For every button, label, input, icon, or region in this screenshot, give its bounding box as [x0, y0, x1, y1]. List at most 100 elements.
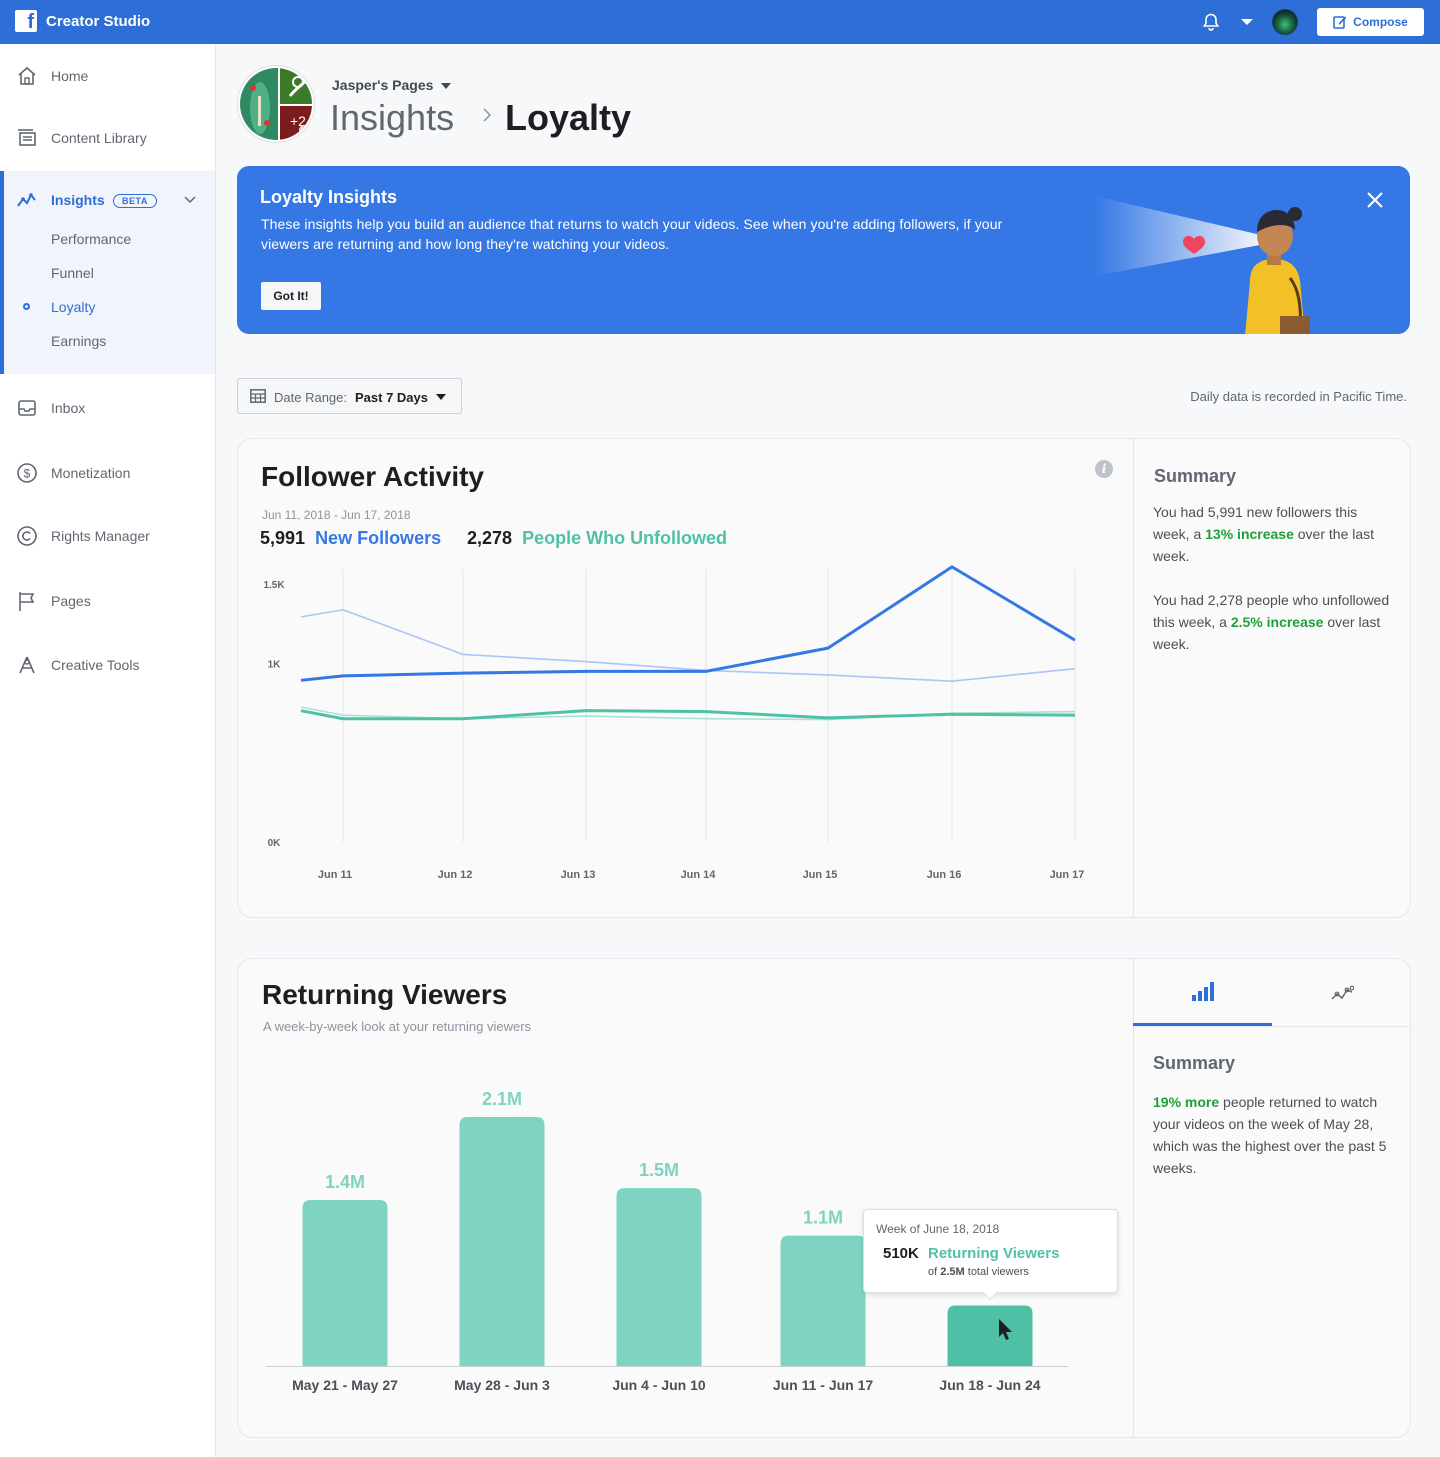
bar-chart-icon: [1191, 982, 1214, 1001]
date-range-label: Date Range:: [274, 390, 347, 405]
notifications-bell-icon[interactable]: [1201, 12, 1221, 32]
new-followers-value: 5,991: [260, 528, 306, 548]
info-icon[interactable]: i: [1095, 460, 1113, 478]
summary-paragraph-returning: 19% more people returned to watch your v…: [1153, 1091, 1393, 1179]
summary-title: Summary: [1153, 1053, 1236, 1073]
tab-line-chart[interactable]: [1272, 959, 1410, 1026]
sidebar-item-label: Insights: [51, 192, 105, 208]
bar[interactable]: [459, 1117, 545, 1366]
inbox-icon: [18, 400, 36, 416]
chevron-right-icon: [483, 108, 492, 122]
sidebar-item-monetization[interactable]: $ Monetization: [0, 453, 215, 493]
follower-activity-chart: Jun 11 Jun 12 Jun 13 Jun 14 Jun 15 Jun 16 Jun …: [263, 565, 1085, 881]
copyright-icon: [17, 526, 37, 546]
svg-text:$: $: [24, 467, 31, 481]
tooltip-of: of: [928, 1266, 941, 1278]
new-followers-label: New Followers: [315, 528, 442, 548]
summary-title: Summary: [1154, 466, 1237, 486]
bar[interactable]: [302, 1200, 388, 1366]
date-range-selector[interactable]: Date Range: Past 7 Days: [237, 378, 462, 414]
sidebar: Home Content Library Insights BETA Perfo…: [0, 44, 216, 1457]
series-line-new-followers[interactable]: [300, 565, 1076, 682]
flag-icon: [19, 592, 35, 611]
bar-value-label: 1.5M: [639, 1160, 679, 1180]
page-switcher[interactable]: Jasper's Pages: [332, 77, 452, 93]
unfollowed-metric: 2,278 People Who Unfollowed: [467, 528, 727, 549]
banner-illustration-icon: [1095, 196, 1310, 334]
beta-badge: BETA: [113, 194, 157, 208]
sidebar-item-label: Pages: [51, 593, 91, 609]
home-icon: [18, 66, 36, 85]
sidebar-item-content-library[interactable]: Content Library: [0, 118, 215, 158]
sidebar-sub-earnings[interactable]: Earnings: [51, 333, 106, 349]
x-tick-label: Jun 13: [561, 869, 596, 881]
caret-down-icon: [436, 394, 446, 400]
date-span: Jun 11, 2018 - Jun 17, 2018: [262, 508, 411, 522]
bar-value-label: 1.4M: [325, 1172, 365, 1192]
insights-icon: [17, 193, 36, 207]
bar[interactable]: [947, 1305, 1033, 1366]
sidebar-item-inbox[interactable]: Inbox: [0, 388, 215, 428]
line-chart-icon: [1330, 985, 1354, 1000]
y-tick-label: 0K: [268, 838, 282, 849]
unfollowed-value: 2,278: [467, 528, 513, 548]
sidebar-sub-performance[interactable]: Performance: [51, 231, 131, 247]
page-avatar[interactable]: +2: [238, 66, 314, 142]
loyalty-insights-banner: Loyalty Insights These insights help you…: [237, 166, 1410, 334]
tooltip-week: Week of June 18, 2018: [876, 1222, 1000, 1236]
date-range-value: Past 7 Days: [355, 390, 428, 405]
x-tick-label: Jun 14: [681, 869, 717, 881]
summary-highlight: 19% more: [1153, 1094, 1220, 1110]
sidebar-item-label: Rights Manager: [51, 528, 150, 544]
compose-icon: [1333, 16, 1347, 29]
account-menu-caret-icon[interactable]: [1240, 15, 1254, 29]
x-tick-label: Jun 11: [318, 869, 352, 881]
bar[interactable]: [780, 1235, 866, 1366]
sidebar-item-creative-tools[interactable]: Creative Tools: [0, 645, 215, 685]
got-it-button[interactable]: Got It!: [261, 282, 321, 310]
caret-down-icon: [441, 83, 452, 89]
chevron-down-icon[interactable]: [184, 196, 196, 204]
active-indicator-icon: [23, 303, 30, 310]
unfollowed-label: People Who Unfollowed: [522, 528, 728, 548]
sidebar-sub-loyalty[interactable]: Loyalty: [51, 299, 95, 315]
y-tick-label: 1.5K: [263, 580, 285, 591]
user-avatar[interactable]: [1272, 9, 1298, 35]
tooltip-of-suffix: total viewers: [964, 1266, 1029, 1278]
sidebar-item-pages[interactable]: Pages: [0, 581, 215, 621]
bar-value-label: 1.1M: [803, 1208, 843, 1228]
bar[interactable]: [616, 1188, 702, 1366]
compose-button[interactable]: Compose: [1317, 8, 1424, 36]
creative-tools-icon: [19, 656, 35, 674]
facebook-logo-icon[interactable]: f: [15, 10, 37, 32]
sidebar-item-label: Home: [51, 68, 89, 84]
calendar-icon: [250, 389, 266, 403]
card-divider: [1133, 959, 1134, 1437]
sidebar-item-insights[interactable]: Insights BETA: [4, 180, 215, 220]
sidebar-item-home[interactable]: Home: [0, 56, 215, 96]
summary-paragraph-unfollowed: You had 2,278 people who unfollowed this…: [1153, 589, 1393, 655]
app-title[interactable]: Creator Studio: [46, 13, 150, 30]
category-label: Jun 4 - Jun 10: [612, 1377, 706, 1393]
series-line-people-who-unfollowed[interactable]: [300, 709, 1076, 721]
page-name: Jasper's Pages: [332, 77, 434, 93]
content-library-icon: [18, 129, 36, 146]
x-tick-label: Jun 17: [1050, 869, 1085, 881]
close-icon[interactable]: [1365, 190, 1385, 210]
sidebar-sub-funnel[interactable]: Funnel: [51, 265, 94, 281]
banner-title: Loyalty Insights: [260, 187, 398, 207]
sidebar-item-label: Monetization: [51, 465, 131, 481]
breadcrumb-insights[interactable]: Insights: [330, 97, 454, 139]
sidebar-item-rights-manager[interactable]: Rights Manager: [0, 516, 215, 556]
tab-bar-chart[interactable]: [1133, 959, 1272, 1026]
new-followers-metric: 5,991 New Followers: [260, 528, 441, 549]
tooltip-value: 510K: [883, 1245, 919, 1262]
category-label: May 21 - May 27: [292, 1377, 398, 1393]
tabs-divider: [1133, 1026, 1410, 1027]
bar-value-label: 2.1M: [482, 1089, 522, 1109]
banner-text: These insights help you build an audienc…: [261, 216, 1003, 252]
returning-viewers-title: Returning Viewers: [262, 979, 508, 1010]
sidebar-item-label: Content Library: [51, 130, 147, 146]
x-tick-label: Jun 16: [927, 869, 962, 881]
category-label: Jun 11 - Jun 17: [773, 1377, 874, 1393]
